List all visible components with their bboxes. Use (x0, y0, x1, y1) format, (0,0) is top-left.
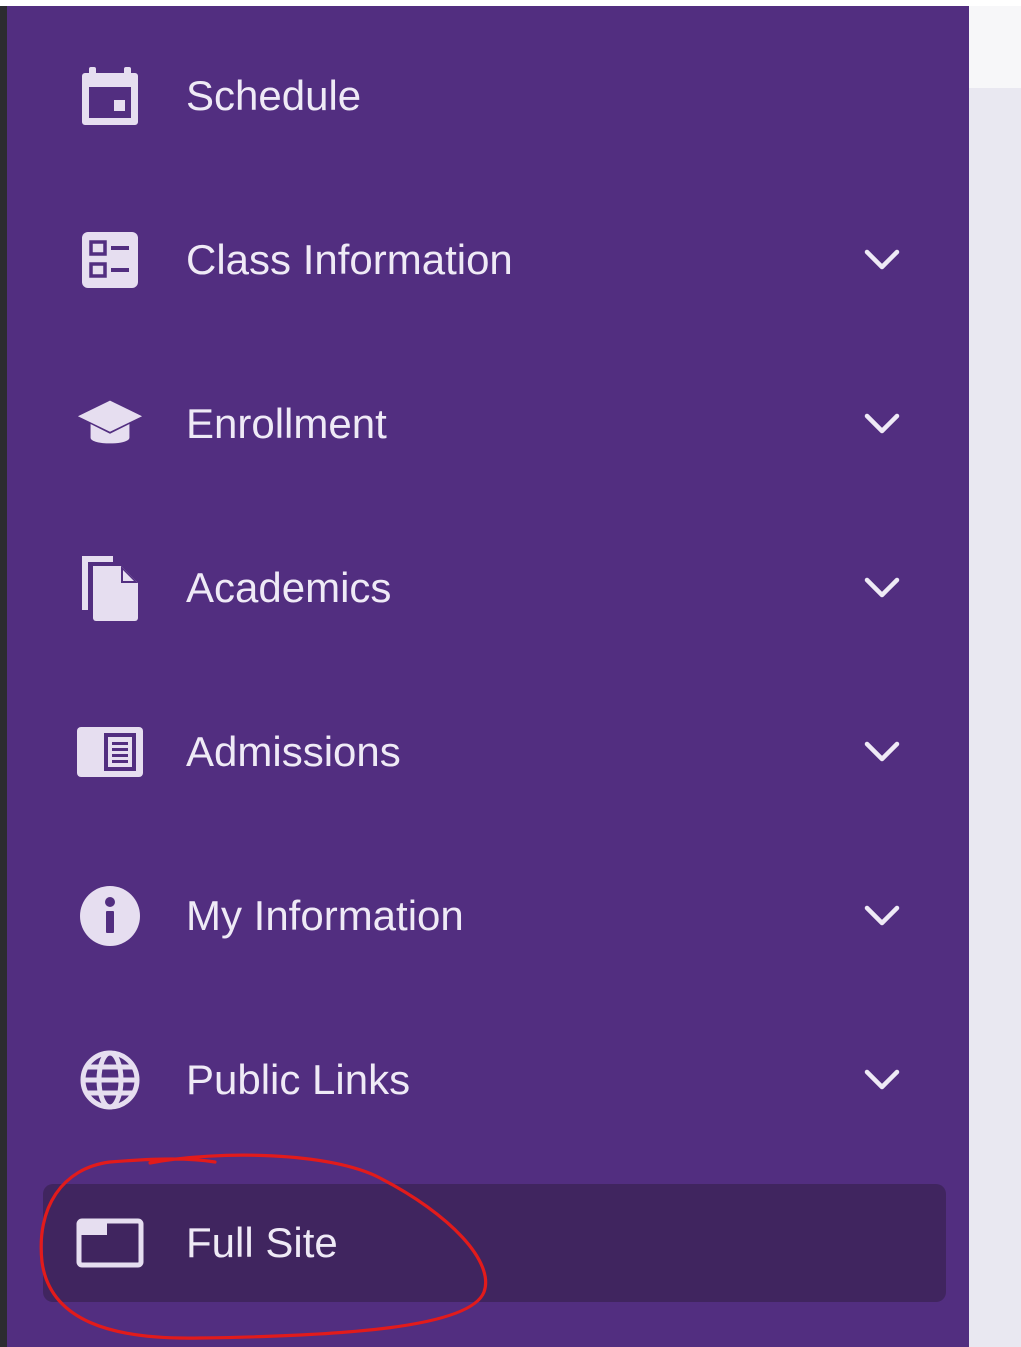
chevron-down-icon[interactable] (858, 406, 906, 442)
sidebar-item-label: Class Information (186, 236, 513, 283)
sidebar-item-schedule[interactable]: Schedule (43, 37, 946, 155)
sidebar-item-admissions[interactable]: Admissions (43, 693, 946, 811)
sidebar-item-label: Public Links (186, 1056, 411, 1103)
newspaper-icon (76, 719, 144, 785)
calendar-icon (76, 63, 144, 129)
content-header-edge (969, 6, 1021, 88)
sidebar-item-label: Schedule (186, 72, 362, 119)
info-icon (76, 883, 144, 949)
sidebar-item-class-information[interactable]: Class Information (43, 201, 946, 319)
sidebar-nav: Schedule Class Information Enrollment Ac… (7, 6, 969, 1347)
graduation-cap-icon (76, 391, 144, 457)
list-alt-icon (76, 227, 144, 293)
documents-icon (76, 555, 144, 621)
content-area-edge (969, 6, 1021, 1347)
sidebar-item-label: Admissions (186, 728, 401, 775)
sidebar-item-label: Academics (186, 564, 392, 611)
chevron-down-icon[interactable] (858, 734, 906, 770)
window-icon (76, 1210, 144, 1276)
sidebar-item-label: Enrollment (186, 400, 387, 447)
chevron-down-icon[interactable] (858, 570, 906, 606)
chevron-down-icon[interactable] (858, 242, 906, 278)
sidebar-item-my-information[interactable]: My Information (43, 857, 946, 975)
sidebar-item-full-site[interactable]: Full Site (43, 1184, 946, 1302)
sidebar-item-public-links[interactable]: Public Links (43, 1021, 946, 1139)
sidebar-item-academics[interactable]: Academics (43, 529, 946, 647)
sidebar-item-label: Full Site (186, 1219, 338, 1266)
chevron-down-icon[interactable] (858, 898, 906, 934)
window-left-edge (0, 6, 7, 1347)
globe-icon (76, 1047, 144, 1113)
sidebar-item-label: My Information (186, 892, 464, 939)
sidebar-item-enrollment[interactable]: Enrollment (43, 365, 946, 483)
chevron-down-icon[interactable] (858, 1062, 906, 1098)
